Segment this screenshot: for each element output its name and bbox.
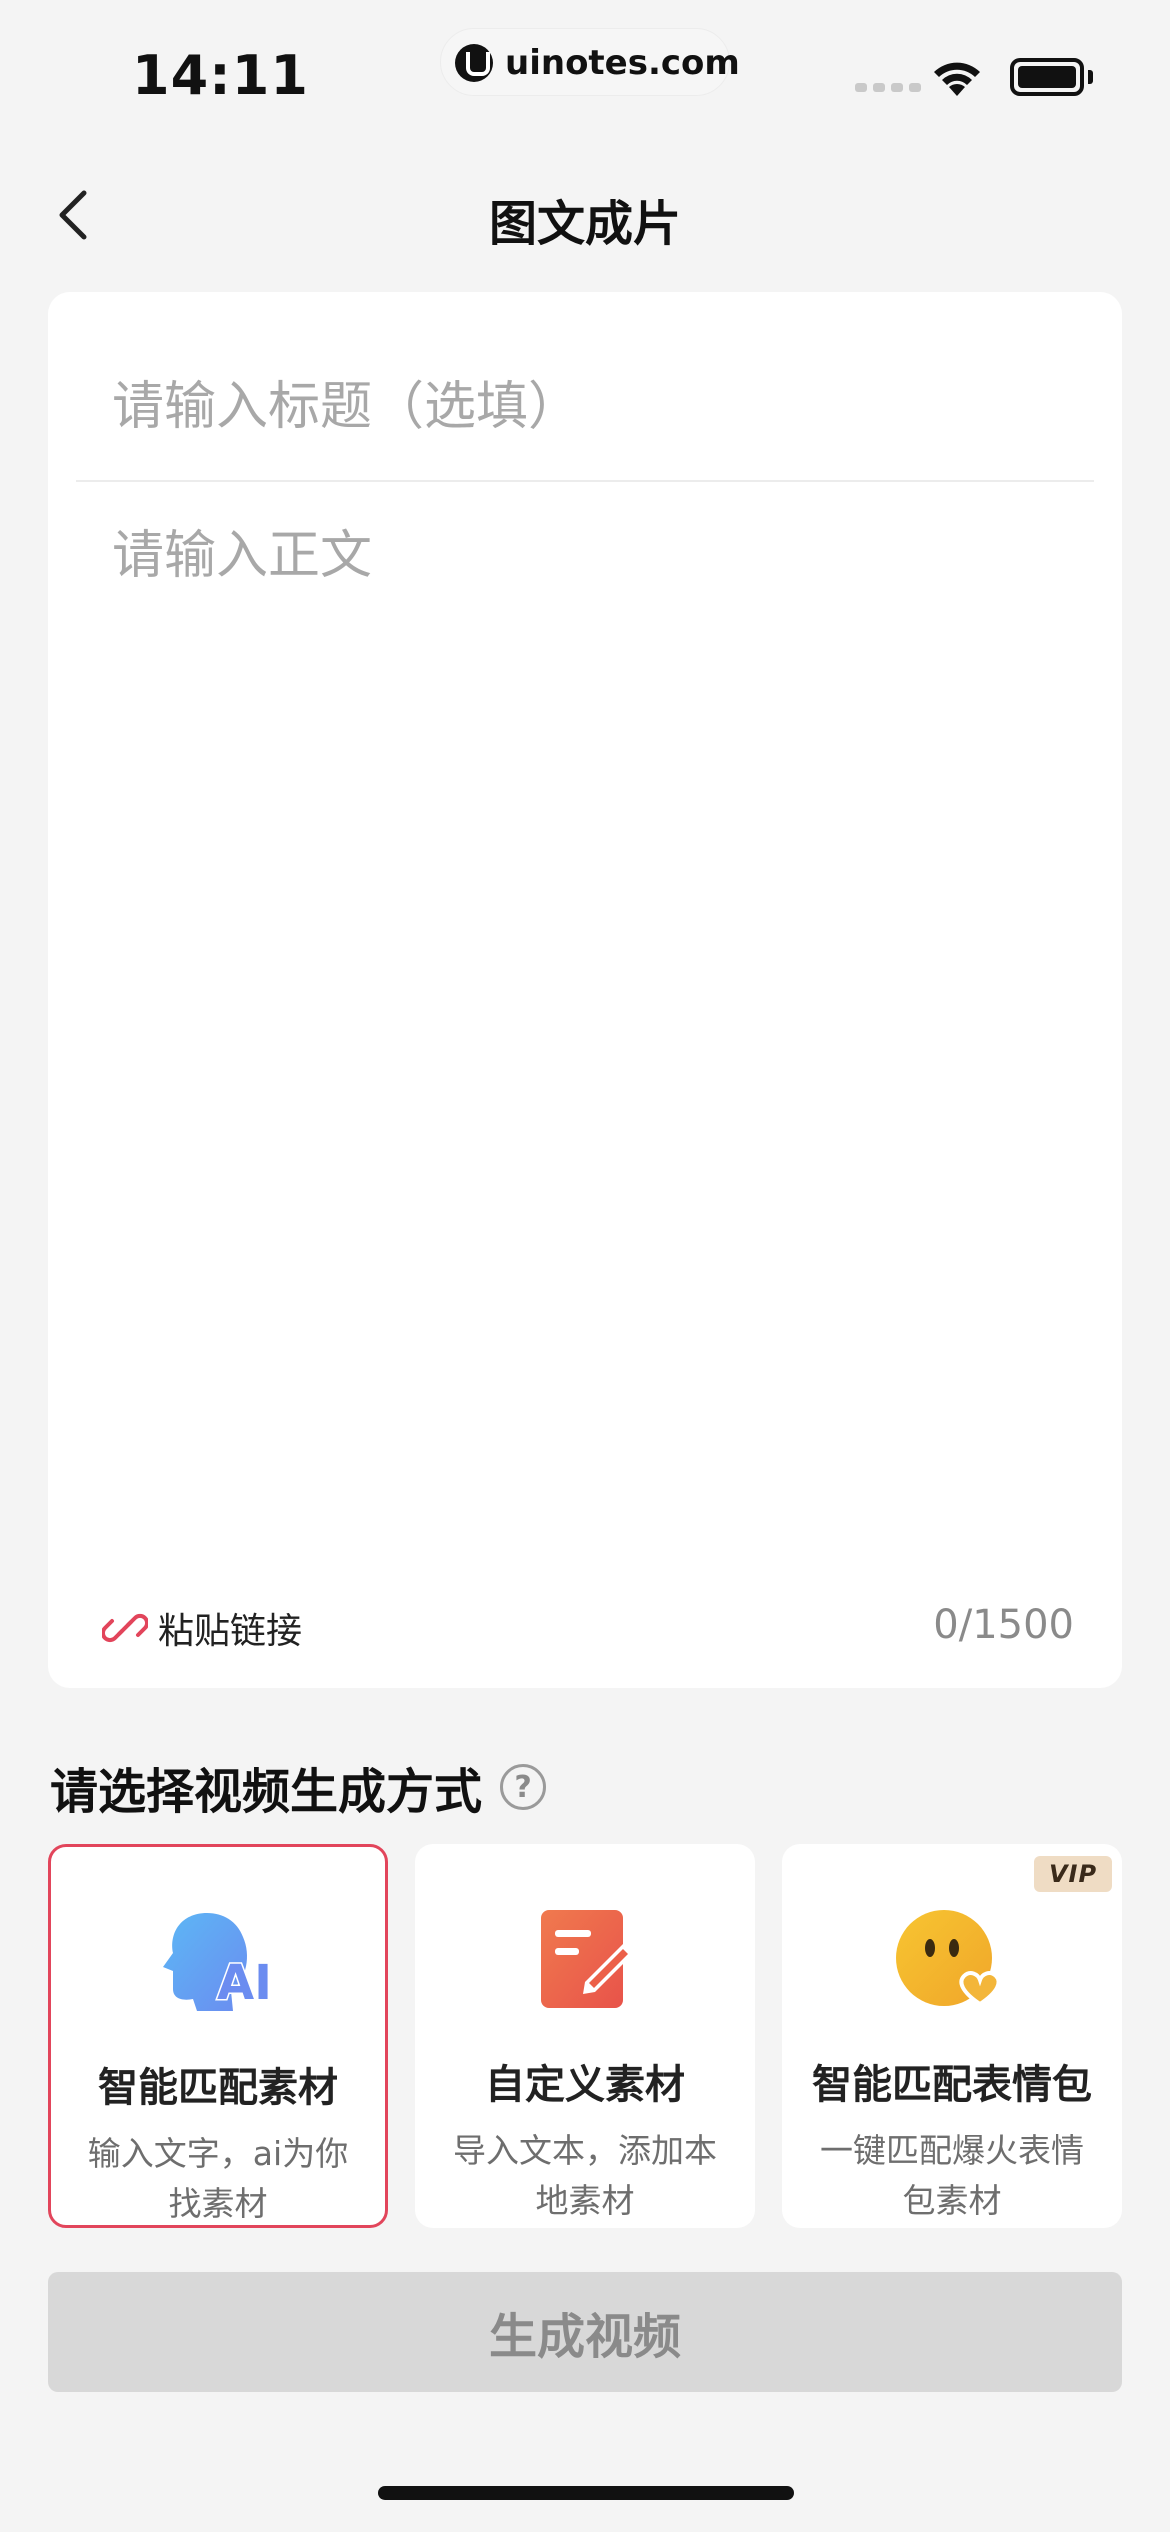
option-desc: 导入文本，添加本地素材 xyxy=(453,2131,717,2220)
home-indicator xyxy=(378,2486,794,2500)
link-icon xyxy=(102,1613,148,1643)
section-title-text: 请选择视频生成方式 xyxy=(50,1764,483,1820)
battery-cap xyxy=(1088,70,1093,84)
option-smart-match[interactable]: AI 智能匹配素材 输入文字，ai为你找素材 xyxy=(48,1844,388,2228)
option-desc: 输入文字，ai为你找素材 xyxy=(87,2134,349,2223)
edit-doc-icon xyxy=(541,1910,633,2008)
status-bar: 14:11 uinotes.com xyxy=(0,0,1170,130)
back-arrow-icon[interactable] xyxy=(50,185,100,245)
option-emoji-match[interactable]: VIP 智能匹配表情包 一键匹配爆火表情包素材 xyxy=(782,1844,1122,2228)
option-title: 智能匹配表情包 xyxy=(812,2062,1092,2108)
cellular-signal-icon xyxy=(855,83,921,92)
char-count: 0/1500 xyxy=(933,1602,1074,1648)
site-logo-icon xyxy=(455,44,493,82)
editor-card: 粘贴链接 0/1500 xyxy=(48,292,1122,1688)
status-time: 14:11 xyxy=(132,44,309,107)
url-text: uinotes.com xyxy=(505,43,740,83)
editor-divider xyxy=(76,480,1094,482)
option-title: 智能匹配素材 xyxy=(98,2065,338,2111)
body-textarea[interactable] xyxy=(112,520,1052,1520)
option-title: 自定义素材 xyxy=(485,2062,685,2108)
wifi-icon xyxy=(934,62,980,96)
page-title: 图文成片 xyxy=(488,196,681,252)
generate-video-button[interactable]: 生成视频 xyxy=(48,2272,1122,2392)
svg-text:AI: AI xyxy=(217,1955,272,2011)
title-input[interactable] xyxy=(112,372,1052,442)
option-custom-material[interactable]: 自定义素材 导入文本，添加本地素材 xyxy=(415,1844,755,2228)
page: 14:11 uinotes.com 图文成片 请输入标题（选填） 请输入正文 粘… xyxy=(0,0,1170,2532)
paste-link-button[interactable]: 粘贴链接 xyxy=(102,1598,302,1658)
emoji-face-icon xyxy=(896,1910,1001,2007)
url-pill[interactable]: uinotes.com xyxy=(440,28,740,96)
vip-badge: VIP xyxy=(1034,1856,1112,1892)
paste-link-label: 粘贴链接 xyxy=(158,1611,303,1652)
help-icon[interactable]: ? xyxy=(500,1764,547,1810)
ai-head-icon: AI xyxy=(163,1913,274,2013)
battery-icon xyxy=(1010,58,1084,96)
option-desc: 一键匹配爆火表情包素材 xyxy=(820,2131,1084,2220)
section-title: 请选择视频生成方式 ? xyxy=(50,1752,547,1822)
